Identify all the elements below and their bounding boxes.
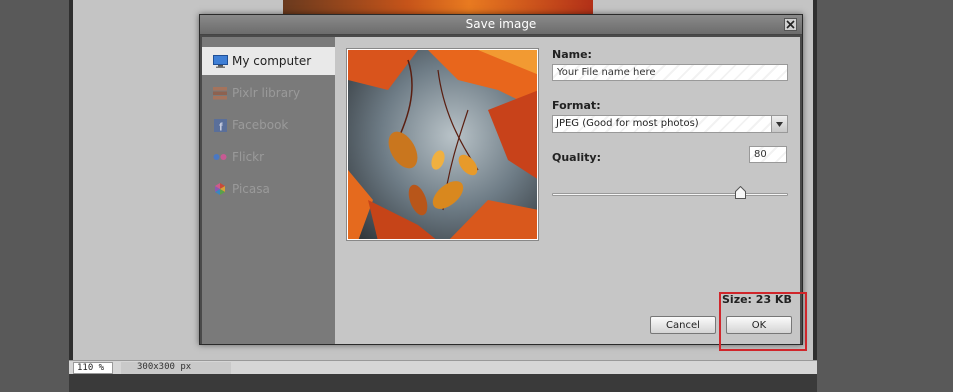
zoom-level[interactable]: 110 % [73,362,113,374]
dialog-title: Save image [465,17,537,31]
sidebar-item-label: Flickr [232,150,265,164]
quality-slider-handle[interactable] [735,185,747,199]
format-label: Format: [552,99,601,112]
name-label: Name: [552,48,592,61]
close-icon [786,20,795,29]
svg-text:f: f [219,121,223,132]
library-icon [212,86,228,100]
quality-slider-track[interactable] [552,193,788,196]
monitor-icon [212,54,228,68]
sidebar-item-flickr[interactable]: Flickr [202,143,335,171]
close-button[interactable] [784,18,797,31]
sidebar-item-label: Pixlr library [232,86,301,100]
save-image-dialog: Save image My computer Pixlr library f F… [199,14,803,345]
ok-button[interactable]: OK [726,316,792,334]
sidebar-item-pixlr-library[interactable]: Pixlr library [202,79,335,107]
file-size-label: Size: 23 KB [722,293,792,306]
quality-label: Quality: [552,151,601,164]
sidebar-item-label: Picasa [232,182,270,196]
picasa-icon [212,182,228,196]
sidebar-item-facebook[interactable]: f Facebook [202,111,335,139]
format-selected-value: JPEG (Good for most photos) [556,118,699,129]
status-bar: 110 % 300x300 px [69,360,817,374]
image-preview [347,49,538,240]
sidebar-item-label: My computer [232,54,312,68]
sidebar-item-label: Facebook [232,118,289,132]
flickr-icon [212,150,228,164]
file-name-input[interactable] [552,64,788,81]
image-dimensions: 300x300 px [121,362,231,374]
editor-bottom-bar [69,374,817,392]
chevron-down-icon [776,121,783,127]
quality-input[interactable] [749,146,787,163]
cancel-button[interactable]: Cancel [650,316,716,334]
sidebar-item-my-computer[interactable]: My computer [202,47,335,75]
destination-sidebar: My computer Pixlr library f Facebook Fli… [202,37,335,344]
format-select[interactable]: JPEG (Good for most photos) [552,115,788,133]
dropdown-arrow[interactable] [771,116,787,132]
sidebar-item-picasa[interactable]: Picasa [202,175,335,203]
dialog-titlebar[interactable]: Save image [200,15,802,35]
facebook-icon: f [212,118,228,132]
